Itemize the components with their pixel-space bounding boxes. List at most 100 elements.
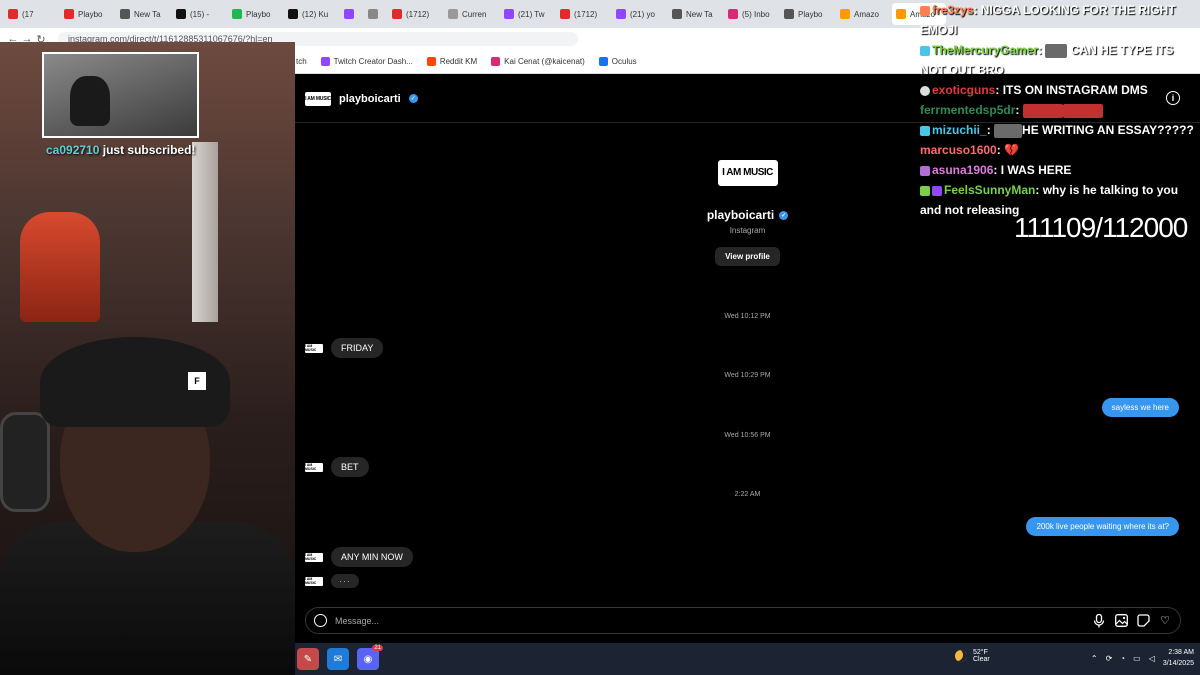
screen: (17 Playbo New Ta (15) - Playbo (12) Ku … [0,0,1200,675]
chat-message: TheMercuryGamer: CAN HE TYPE ITS NOT OUT… [920,43,1174,77]
tab-label: New Ta [134,9,161,19]
chat-text: 💔 [1004,143,1020,157]
clock[interactable]: 2:38 AM 3/14/2025 [1163,647,1194,669]
chat-badge-icon [920,45,930,56]
chat-text: HE WRITING AN ESSAY????? [1022,123,1194,137]
discord-badge: 21 [372,645,383,651]
browser-tab[interactable]: (12) Ku [284,3,338,25]
sync-icon[interactable]: ⟳ [1106,654,1113,663]
tab-label: Playbo [798,9,823,19]
tab-label: Playbo [78,9,103,19]
bookmark-item[interactable]: tch [296,57,307,66]
browser-tab[interactable]: Playbo [780,3,834,25]
outlook-icon[interactable]: ✉ [327,648,349,670]
clock-time: 2:38 AM [1168,649,1194,656]
message-bubble[interactable]: ANY MIN NOW [331,547,413,567]
oculus-icon [598,57,608,66]
message-bubble[interactable]: 200k live people waiting where its at? [1026,517,1179,536]
heart-icon[interactable]: ♡ [1158,614,1172,628]
throne-chair [20,212,100,322]
bookmark-item[interactable]: Kai Cenat (@kaicenat) [491,57,585,66]
profile-avatar[interactable]: I AM MUSIC [717,160,778,186]
bookmark-item[interactable]: Reddit KM [426,57,478,66]
message-timestamp: Wed 10:12 PM [724,313,771,320]
browser-tab[interactable] [364,3,386,25]
chat-username: marcuso1600 [920,143,997,157]
browser-tab[interactable]: (17 [4,3,58,25]
chat-message: mizuchii_: HE WRITING AN ESSAY????? [920,120,1200,140]
chat-badge-icon [920,165,930,176]
tab-favicon-icon [616,9,626,19]
browser-tab[interactable]: Amazo [836,3,890,25]
profile-username: playboicarti [706,208,775,222]
bookmark-item[interactable]: Twitch Creator Dash... [320,57,413,66]
browser-tab[interactable]: New Ta [116,3,170,25]
tab-label: New Ta [686,9,713,19]
weather-widget[interactable]: 52°F Clear [955,649,990,663]
message-bubble[interactable]: sayless we here [1101,398,1179,417]
chat-badge-icon [920,5,930,16]
browser-tab[interactable]: (1712) [388,3,442,25]
stream-chat-overlay: fre3zys: NIGGA LOOKING FOR THE RIGHT EMO… [920,0,1200,220]
emoji-icon[interactable] [314,614,327,627]
browser-tab[interactable]: (1712) [556,3,610,25]
tab-favicon-icon [672,9,682,19]
subscription-alert-text: ca092710 just subscribed! [46,143,195,157]
tab-favicon-icon [120,9,130,19]
browser-tab[interactable]: (5) Inbo [724,3,778,25]
tab-label: (12) Ku [302,9,329,19]
chat-emote [994,123,1023,138]
message-bubble[interactable]: FRIDAY [331,338,384,358]
browser-tab[interactable]: (15) - [172,3,226,25]
sticker-icon[interactable] [1136,614,1150,628]
chat-emote [1022,103,1063,118]
monitor-icon[interactable]: ▭ [1133,654,1141,663]
sender-avatar[interactable]: I AM MUSIC [305,462,323,472]
browser-tab[interactable] [340,3,362,25]
taskbar-app-icon[interactable]: ✎ [297,648,319,670]
tab-label: (1712) [406,9,430,19]
browser-tab[interactable]: Playbo [228,3,282,25]
discord-icon[interactable]: ◉ 21 [357,645,383,670]
bookmark-item[interactable]: Oculus [598,57,637,66]
chat-message: asuna1906: I WAS HERE [920,160,1200,180]
view-profile-button[interactable]: View profile [715,247,780,266]
message-input[interactable] [335,615,1084,626]
sender-avatar[interactable]: I AM MUSIC [305,343,323,353]
network-icon[interactable]: ◔ [1120,654,1125,663]
subscription-alert-image [42,52,199,138]
taskbar: ✎ ✉ ◉ 21 52°F Clear ⌃ ⟳ ◔ ▭ ◁ 2:38 AM 3/1… [295,643,1200,675]
tab-favicon-icon [840,9,850,19]
chat-badge-icon [920,185,930,196]
tab-label: (17 [22,9,34,19]
sender-avatar[interactable]: I AM MUSIC [305,576,323,586]
twitch-icon [320,57,330,66]
browser-tab[interactable]: Playbo [60,3,114,25]
pillar [192,142,218,322]
thread-username[interactable]: playboicarti [339,93,401,105]
microphone-icon[interactable] [1092,613,1106,628]
tab-favicon-icon [784,9,794,19]
speaker-icon[interactable]: ◁ [1149,654,1155,663]
tab-label: Amazo [854,9,879,19]
chat-emote [1045,43,1068,58]
tab-favicon-icon [728,9,738,19]
browser-tab[interactable]: (21) yo [612,3,666,25]
tab-favicon-icon [64,9,74,19]
chevron-up-icon[interactable]: ⌃ [1091,654,1098,663]
subscriber-name: ca092710 [46,143,100,157]
chat-username: mizuchii_ [932,123,987,137]
browser-tab[interactable]: Curren [444,3,498,25]
thread-avatar[interactable]: I AM MUSIC [305,91,331,106]
browser-tab[interactable]: New Ta [668,3,722,25]
tab-favicon-icon [368,9,378,19]
bookmark-label: Reddit KM [439,57,478,66]
browser-tab[interactable]: (21) Tw [500,3,554,25]
message-bubble[interactable]: BET [331,457,369,477]
sender-avatar[interactable]: I AM MUSIC [305,552,323,562]
image-icon[interactable] [1114,614,1128,628]
verified-badge-icon: ✓ [779,210,789,220]
tab-favicon-icon [504,9,514,19]
message-timestamp: 2:22 AM [734,491,761,498]
sub-goal-counter: 111109/112000 [1014,212,1188,243]
